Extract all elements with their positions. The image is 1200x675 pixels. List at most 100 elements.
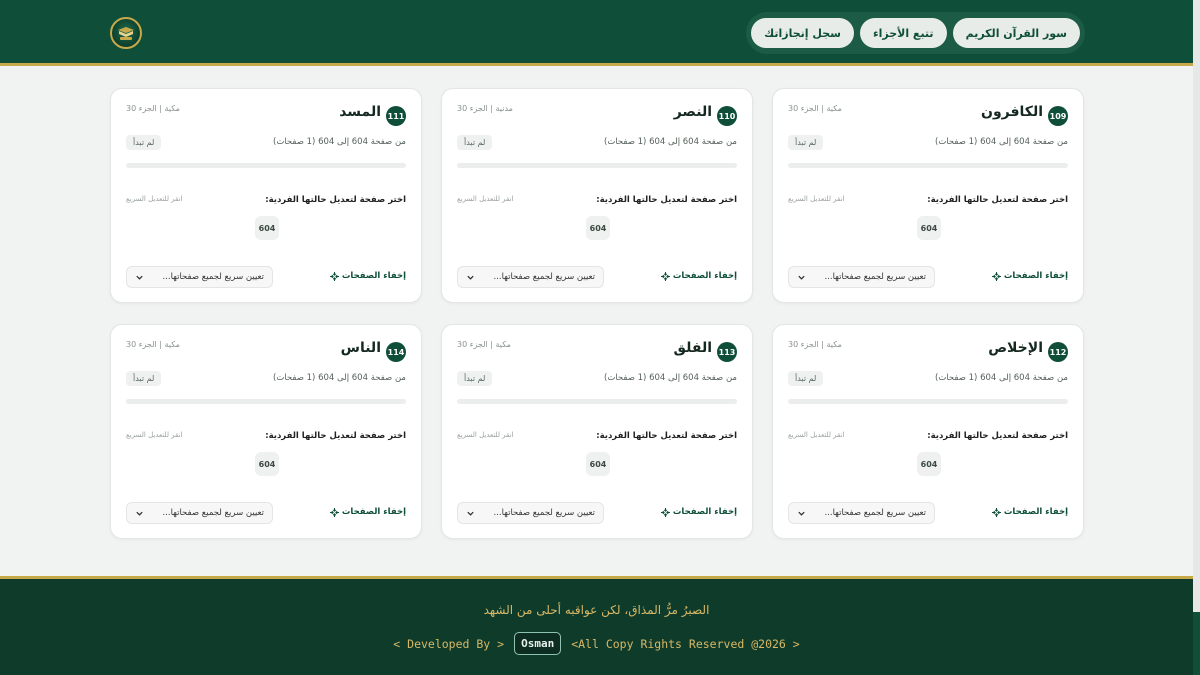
- scrollbar-thumb[interactable]: [1193, 612, 1200, 675]
- quick-edit-hint: انقر للتعديل السريع: [788, 195, 845, 203]
- page-range: من صفحة 604 إلى 604 (1 صفحات): [935, 373, 1068, 383]
- surah-meta: مكية | الجزء 30: [788, 104, 842, 113]
- credits-copyright: <All Copy Rights Reserved @2026 >: [571, 636, 800, 651]
- surah-number-badge: 109: [1048, 106, 1068, 126]
- surah-card: 114 الناس مكية | الجزء 30 من صفحة 604 إل…: [110, 324, 422, 539]
- progress-bar: [126, 399, 406, 404]
- page-range: من صفحة 604 إلى 604 (1 صفحات): [273, 373, 406, 383]
- quick-assign-select[interactable]: تعيين سريع لجميع صفحاتها...: [457, 266, 604, 288]
- collapse-arrows-icon: [991, 507, 1001, 517]
- surah-card: 110 النصر مدنية | الجزء 30 من صفحة 604 إ…: [441, 88, 753, 303]
- surah-card: 112 الإخلاص مكية | الجزء 30 من صفحة 604 …: [772, 324, 1084, 539]
- hide-pages-button[interactable]: إخفاء الصفحات: [329, 507, 406, 517]
- page-chip[interactable]: 604: [917, 216, 941, 240]
- footer-quote: الصبرُ مرُّ المذاق، لكن عواقبه أحلى من ا…: [483, 603, 710, 617]
- collapse-arrows-icon: [329, 271, 339, 281]
- page-chip[interactable]: 604: [586, 216, 610, 240]
- select-page-label: اختر صفحة لتعديل حالتها الفردية:: [265, 195, 406, 205]
- quick-assign-select[interactable]: تعيين سريع لجميع صفحاتها...: [788, 266, 935, 288]
- surah-card: 109 الكافرون مكية | الجزء 30 من صفحة 604…: [772, 88, 1084, 303]
- progress-bar: [788, 163, 1068, 168]
- hide-pages-button[interactable]: إخفاء الصفحات: [660, 507, 737, 517]
- nav-surahs[interactable]: سور القرآن الكريم: [952, 18, 1080, 48]
- credits-developed-by: < Developed By >: [393, 636, 505, 651]
- surah-number-badge: 110: [717, 106, 737, 126]
- quick-assign-text: تعيين سريع لجميع صفحاتها...: [824, 508, 926, 518]
- surah-meta: مكية | الجزء 30: [126, 340, 180, 349]
- surah-number-badge: 113: [717, 342, 737, 362]
- page-chip[interactable]: 604: [255, 216, 279, 240]
- status-badge: لم تبدأ: [788, 135, 824, 150]
- surah-number-badge: 112: [1048, 342, 1068, 362]
- surah-name: النصر: [673, 104, 712, 120]
- collapse-arrows-icon: [991, 271, 1001, 281]
- page-range: من صفحة 604 إلى 604 (1 صفحات): [604, 137, 737, 147]
- page-chip[interactable]: 604: [917, 452, 941, 476]
- page-chip[interactable]: 604: [255, 452, 279, 476]
- page-range: من صفحة 604 إلى 604 (1 صفحات): [935, 137, 1068, 147]
- hide-pages-button[interactable]: إخفاء الصفحات: [991, 507, 1068, 517]
- surah-meta: مكية | الجزء 30: [126, 104, 180, 113]
- surah-number-badge: 111: [386, 106, 406, 126]
- quick-assign-text: تعيين سريع لجميع صفحاتها...: [824, 272, 926, 282]
- page-range: من صفحة 604 إلى 604 (1 صفحات): [273, 137, 406, 147]
- select-page-label: اختر صفحة لتعديل حالتها الفردية:: [927, 431, 1068, 441]
- surah-name: الكافرون: [981, 104, 1043, 120]
- footer: الصبرُ مرُّ المذاق، لكن عواقبه أحلى من ا…: [0, 576, 1193, 675]
- quick-edit-hint: انقر للتعديل السريع: [126, 195, 183, 203]
- nav-achievements[interactable]: سجل إنجازاتك: [751, 18, 854, 48]
- scrollbar-track[interactable]: [1193, 0, 1200, 675]
- hide-pages-button[interactable]: إخفاء الصفحات: [991, 271, 1068, 281]
- quick-assign-text: تعيين سريع لجميع صفحاتها...: [162, 508, 264, 518]
- quick-assign-text: تعيين سريع لجميع صفحاتها...: [493, 508, 595, 518]
- hide-pages-label: إخفاء الصفحات: [1003, 507, 1068, 517]
- surah-card: 111 المسد مكية | الجزء 30 من صفحة 604 إل…: [110, 88, 422, 303]
- collapse-arrows-icon: [660, 507, 670, 517]
- collapse-arrows-icon: [329, 507, 339, 517]
- nav-juz-tracking[interactable]: تتبع الأجزاء: [859, 18, 947, 48]
- book-icon: [118, 27, 134, 40]
- progress-bar: [788, 399, 1068, 404]
- select-page-label: اختر صفحة لتعديل حالتها الفردية:: [596, 431, 737, 441]
- app-logo[interactable]: [110, 17, 142, 49]
- surah-meta: مدنية | الجزء 30: [457, 104, 513, 113]
- chevron-down-icon: [467, 275, 474, 280]
- developer-name-badge[interactable]: Osman: [514, 632, 562, 655]
- surah-card: 113 الفلق مكية | الجزء 30 من صفحة 604 إل…: [441, 324, 753, 539]
- quick-assign-select[interactable]: تعيين سريع لجميع صفحاتها...: [126, 502, 273, 524]
- select-page-label: اختر صفحة لتعديل حالتها الفردية:: [265, 431, 406, 441]
- surah-number-badge: 114: [386, 342, 406, 362]
- hide-pages-button[interactable]: إخفاء الصفحات: [660, 271, 737, 281]
- surah-meta: مكية | الجزء 30: [457, 340, 511, 349]
- progress-bar: [457, 163, 737, 168]
- select-page-label: اختر صفحة لتعديل حالتها الفردية:: [596, 195, 737, 205]
- hide-pages-label: إخفاء الصفحات: [341, 271, 406, 281]
- quick-assign-text: تعيين سريع لجميع صفحاتها...: [493, 272, 595, 282]
- hide-pages-label: إخفاء الصفحات: [341, 507, 406, 517]
- progress-bar: [126, 163, 406, 168]
- status-badge: لم تبدأ: [457, 371, 493, 386]
- surah-name: المسد: [339, 104, 381, 120]
- footer-credits: < Developed By > Osman <All Copy Rights …: [0, 632, 1193, 655]
- status-badge: لم تبدأ: [788, 371, 824, 386]
- hide-pages-label: إخفاء الصفحات: [1003, 271, 1068, 281]
- chevron-down-icon: [136, 275, 143, 280]
- app-header: سور القرآن الكريم تتبع الأجزاء سجل إنجاز…: [0, 0, 1193, 66]
- status-badge: لم تبدأ: [457, 135, 493, 150]
- chevron-down-icon: [798, 511, 805, 516]
- quick-edit-hint: انقر للتعديل السريع: [457, 195, 514, 203]
- page-chip[interactable]: 604: [586, 452, 610, 476]
- surah-name: الفلق: [673, 340, 712, 356]
- chevron-down-icon: [467, 511, 474, 516]
- hide-pages-button[interactable]: إخفاء الصفحات: [329, 271, 406, 281]
- status-badge: لم تبدأ: [126, 135, 162, 150]
- quick-assign-select[interactable]: تعيين سريع لجميع صفحاتها...: [126, 266, 273, 288]
- quick-edit-hint: انقر للتعديل السريع: [457, 431, 514, 439]
- hide-pages-label: إخفاء الصفحات: [672, 271, 737, 281]
- quick-assign-select[interactable]: تعيين سريع لجميع صفحاتها...: [788, 502, 935, 524]
- surah-name: الناس: [340, 340, 381, 356]
- surah-meta: مكية | الجزء 30: [788, 340, 842, 349]
- collapse-arrows-icon: [660, 271, 670, 281]
- surah-name: الإخلاص: [988, 340, 1043, 356]
- quick-assign-select[interactable]: تعيين سريع لجميع صفحاتها...: [457, 502, 604, 524]
